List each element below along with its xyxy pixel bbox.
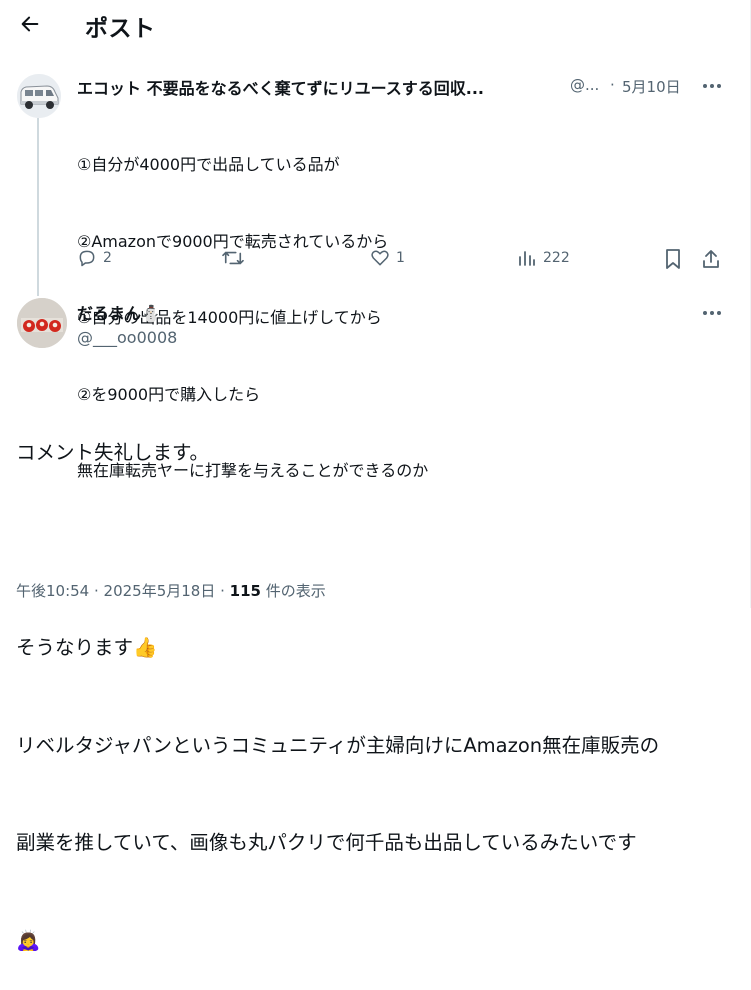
view-label: 件の表示 [260,582,326,600]
author-name[interactable]: だるまん⛄ [77,300,161,324]
views-button[interactable]: 222 [517,248,570,268]
view-count: 115 [229,582,261,600]
page-title: ポスト [85,16,156,42]
bookmark-button[interactable] [663,248,683,270]
avatar[interactable] [17,298,67,348]
bookmark-icon [666,249,680,269]
like-count: 1 [396,250,405,266]
like-button[interactable]: 1 [370,248,405,268]
tweet-line: そうなります👍 [16,636,158,659]
timestamp[interactable]: 午後10:54 · 2025年5月18日 · [16,582,230,600]
share-icon [703,250,719,268]
author-handle[interactable]: @___oo0008 [77,328,177,347]
tweet-date[interactable]: 5月10日 [622,76,681,97]
thread-line [37,118,39,296]
tweet-line: ①自分が4000円で出品している品が [77,155,340,174]
repost-icon [222,251,244,265]
tweet-line [16,535,659,568]
heart-icon [371,250,389,266]
repost-button[interactable] [221,248,245,268]
more-options-button[interactable] [699,303,725,323]
back-button[interactable] [14,8,46,40]
reply-button[interactable]: 2 [77,248,112,268]
tweet-line: リベルタジャパンというコミュニティが主婦向けにAmazon無在庫販売の [16,733,660,757]
arrow-left-icon [21,16,39,32]
bar-chart-icon [519,251,535,266]
tweet-line: 副業を推していて、画像も丸パクリで何千品も出品しているみたいです [16,831,637,854]
more-options-button[interactable] [699,76,725,96]
daruma-icon [17,298,67,348]
tweet-line: コメント失礼します。 [16,441,210,464]
reply-icon [79,250,95,267]
avatar[interactable] [17,74,61,118]
view-count: 222 [543,250,570,266]
reply-count: 2 [103,250,112,266]
more-icon [703,311,721,315]
tweet-line: 🙇‍♀️ [16,928,41,952]
tweet-metadata: 午後10:54 · 2025年5月18日 · 115 件の表示 [16,580,326,601]
meta-separator: · [610,76,615,94]
van-icon [17,74,61,118]
author-name[interactable]: エコット 不要品をなるべく棄てずにリユースする回収... [77,75,484,99]
share-button[interactable] [701,248,721,270]
tweet-text: コメント失礼します。 そうなります👍 リベルタジャパンというコミュニティが主婦向… [16,372,659,990]
author-handle[interactable]: @... [570,76,599,94]
more-icon [703,84,721,88]
